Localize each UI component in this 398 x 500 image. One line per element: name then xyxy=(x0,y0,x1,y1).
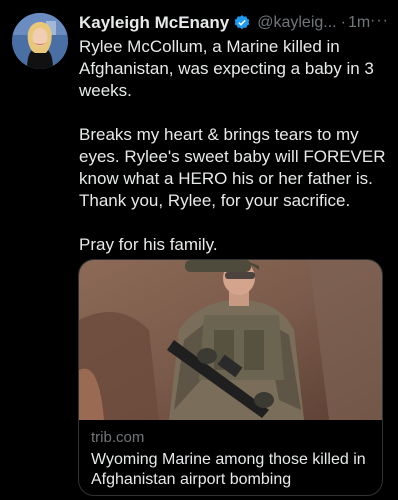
tweet: Kayleigh McEnany @kayleig... · 1m ··· Ry… xyxy=(0,0,398,500)
author-name[interactable]: Kayleigh McEnany xyxy=(79,13,229,33)
card-domain: trib.com xyxy=(91,429,145,446)
time-separator: · xyxy=(340,14,346,31)
link-card[interactable]: trib.com Wyoming Marine among those kill… xyxy=(78,259,383,496)
card-image[interactable] xyxy=(79,260,382,420)
marine-photo xyxy=(79,260,382,420)
verified-badge-icon xyxy=(233,14,251,32)
tweet-paragraph: Pray for his family. xyxy=(79,235,218,254)
tweet-text: Rylee McCollum, a Marine killed in Afgha… xyxy=(79,36,391,256)
tweet-time[interactable]: 1m xyxy=(348,14,370,32)
avatar[interactable] xyxy=(12,13,68,69)
avatar-image xyxy=(12,13,68,69)
tweet-paragraph: Breaks my heart & brings tears to my eye… xyxy=(79,125,386,210)
more-dots-icon[interactable]: ··· xyxy=(370,12,389,30)
tweet-header: Kayleigh McEnany @kayleig... · 1m ··· xyxy=(79,12,389,34)
card-title[interactable]: Wyoming Marine among those killed in Afg… xyxy=(91,450,376,490)
tweet-paragraph: Rylee McCollum, a Marine killed in Afgha… xyxy=(79,37,374,100)
author-handle[interactable]: @kayleig... xyxy=(257,14,336,32)
